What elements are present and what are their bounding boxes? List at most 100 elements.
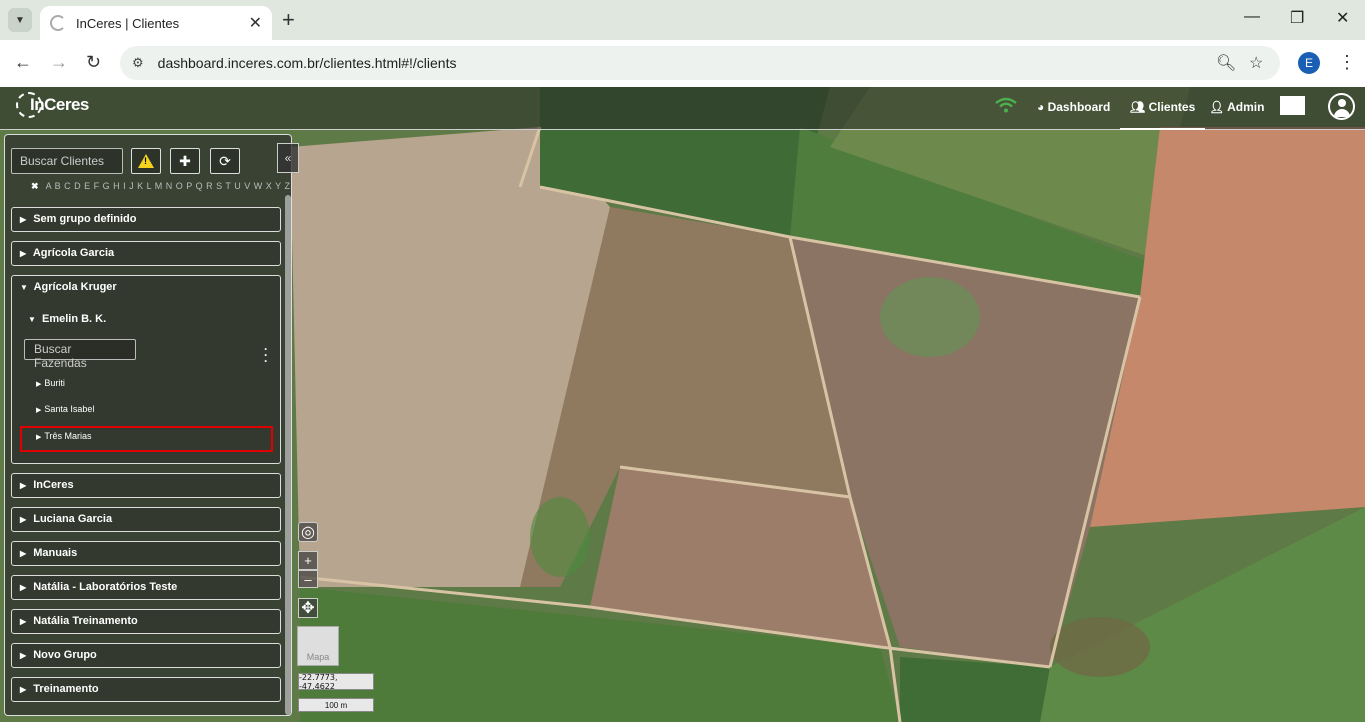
nav-dashboard[interactable]: ◕ Dashboard: [1037, 100, 1110, 114]
group-label: Natália - Laboratórios Teste: [33, 581, 178, 593]
group-label: Novo Grupo: [33, 649, 97, 661]
group-agricola-kruger: ▼ Agrícola Kruger ▼ Emelin B. K. Buscar …: [11, 275, 281, 464]
caret-right-icon: ▶: [20, 685, 27, 694]
users-icon: 👥︎: [1130, 100, 1146, 114]
coordinates-readout: -22.7773, -47.4622: [298, 673, 374, 691]
alphabet-filter[interactable]: ✖ A B C D E F G H I J K L M N O P Q R S …: [31, 181, 290, 192]
forward-button[interactable]: →: [50, 52, 68, 73]
user-account-icon[interactable]: [1328, 93, 1355, 120]
zoom-out-button[interactable]: –: [298, 570, 318, 588]
user-plus-icon: 👤︎: [1209, 100, 1225, 114]
caret-right-icon: ▶: [20, 583, 27, 592]
group-label: Agrícola Kruger: [33, 281, 117, 293]
tab-search-button[interactable]: ▼: [8, 8, 32, 32]
browser-menu-icon[interactable]: ⋮: [1338, 52, 1356, 73]
restore-button[interactable]: ❐: [1290, 8, 1304, 28]
caret-right-icon: ▶: [20, 617, 27, 626]
refresh-icon: ⟳: [219, 152, 231, 169]
wifi-icon: [995, 97, 1017, 118]
apps-grid-icon[interactable]: [1280, 96, 1305, 115]
caret-right-icon: ▶: [36, 407, 42, 414]
locate-button[interactable]: ◎: [298, 522, 318, 542]
nav-admin-label: Admin: [1227, 100, 1265, 114]
group-label: InCeres: [33, 479, 74, 491]
address-bar-row: ← → ↻ ⚙ dashboard.inceres.com.br/cliente…: [0, 40, 1365, 87]
nav-clients[interactable]: 👥︎ Clientes: [1119, 100, 1206, 130]
loading-favicon-icon: [50, 15, 66, 31]
url-text[interactable]: dashboard.inceres.com.br/clientes.html#!…: [158, 55, 457, 71]
new-tab-button[interactable]: +: [282, 8, 295, 32]
group-label: Natália Treinamento: [33, 615, 138, 627]
scale-bar: 100 m: [298, 698, 374, 712]
alerts-button[interactable]: [131, 148, 161, 174]
client-emelin[interactable]: ▼ Emelin B. K.: [28, 313, 106, 325]
caret-right-icon: ▶: [20, 215, 27, 224]
group-treinamento[interactable]: ▶ Treinamento: [11, 677, 281, 702]
profile-avatar[interactable]: E: [1298, 52, 1320, 74]
group-label: Manuais: [33, 547, 78, 559]
group-natalia-treinamento[interactable]: ▶ Natália Treinamento: [11, 609, 281, 634]
close-tab-icon[interactable]: ✕: [249, 13, 262, 33]
search-clients-input[interactable]: Buscar Clientes: [11, 148, 123, 174]
caret-right-icon: ▶: [20, 515, 27, 524]
group-agricola-garcia[interactable]: ▶ Agrícola Garcia: [11, 241, 281, 266]
plus-icon: ✚: [179, 152, 191, 169]
nav-dashboard-label: Dashboard: [1047, 100, 1111, 114]
double-chevron-left-icon: «: [284, 151, 292, 165]
browser-tab-bar: ▼ InCeres | Clientes ✕ + — ❐ ✕: [0, 0, 1365, 40]
inceres-logo[interactable]: InCeres: [16, 92, 89, 118]
tab-title: InCeres | Clientes: [76, 15, 180, 31]
caret-right-icon: ▶: [20, 549, 27, 558]
omnibox[interactable]: ⚙ dashboard.inceres.com.br/clientes.html…: [120, 46, 1280, 80]
farm-highlight-box: [20, 426, 273, 452]
farm-santa-isabel[interactable]: ▶ Santa Isabel: [36, 404, 94, 414]
group-novo-grupo[interactable]: ▶ Novo Grupo: [11, 643, 281, 668]
group-header[interactable]: ▼ Agrícola Kruger: [20, 281, 117, 293]
close-window-button[interactable]: ✕: [1336, 8, 1349, 28]
group-label: Luciana Garcia: [33, 513, 113, 525]
site-settings-icon[interactable]: ⚙: [132, 55, 144, 71]
basemap-toggle[interactable]: Mapa: [297, 626, 339, 666]
alphabet-letters[interactable]: A B C D E F G H I J K L M N O P Q R S T …: [46, 181, 291, 191]
dashboard-icon: ◕: [1037, 100, 1045, 114]
caret-right-icon: ▶: [20, 651, 27, 660]
app-top-nav: InCeres ◕ Dashboard 👥︎ Clientes 👤︎ Admin: [0, 87, 1365, 130]
group-natalia-lab[interactable]: ▶ Natália - Laboratórios Teste: [11, 575, 281, 600]
group-sem-grupo[interactable]: ▶ Sem grupo definido: [11, 207, 281, 232]
clients-sidebar: Buscar Clientes ✚ ⟳ ✖ A B C D E F G H I …: [4, 134, 292, 716]
clear-filter-icon[interactable]: ✖: [31, 181, 39, 191]
farm-buriti[interactable]: ▶ Buriti: [36, 378, 65, 388]
browser-tab[interactable]: InCeres | Clientes ✕: [40, 6, 272, 40]
minimize-button[interactable]: —: [1244, 8, 1260, 26]
group-label: Treinamento: [33, 683, 99, 695]
sidebar-scrollbar[interactable]: [285, 195, 291, 715]
back-button[interactable]: ←: [14, 52, 32, 73]
logo-text: InCeres: [30, 95, 89, 114]
nav-admin[interactable]: 👤︎ Admin: [1209, 100, 1264, 114]
add-client-button[interactable]: ✚: [170, 148, 200, 174]
caret-down-icon: ▼: [20, 283, 28, 292]
refresh-button[interactable]: ⟳: [210, 148, 240, 174]
app-area: InCeres ◕ Dashboard 👥︎ Clientes 👤︎ Admin…: [0, 87, 1365, 722]
group-luciana-garcia[interactable]: ▶ Luciana Garcia: [11, 507, 281, 532]
caret-right-icon: ▶: [20, 481, 27, 490]
more-options-icon[interactable]: · · ·: [264, 343, 268, 367]
zoom-in-button[interactable]: +: [298, 551, 318, 570]
move-arrows-icon: ✥: [301, 600, 315, 617]
caret-right-icon: ▶: [36, 381, 42, 388]
group-label: Agrícola Garcia: [32, 247, 115, 259]
group-inceres[interactable]: ▶ InCeres: [11, 473, 281, 498]
bookmark-star-icon[interactable]: ☆: [1249, 53, 1263, 73]
caret-right-icon: ▶: [20, 249, 27, 258]
group-manuais[interactable]: ▶ Manuais: [11, 541, 281, 566]
group-label: Sem grupo definido: [33, 213, 137, 225]
caret-down-icon: ▼: [28, 315, 36, 324]
search-farms-input[interactable]: Buscar Fazendas: [24, 339, 136, 370]
warning-icon: [138, 154, 154, 168]
farm-label: Santa Isabel: [44, 404, 95, 414]
nav-clients-label: Clientes: [1148, 100, 1196, 114]
pan-button[interactable]: ✥: [298, 598, 318, 618]
reload-button[interactable]: ↻: [86, 52, 101, 73]
zoom-icon[interactable]: 🔍︎: [1216, 53, 1236, 73]
collapse-sidebar-button[interactable]: «: [277, 143, 299, 173]
